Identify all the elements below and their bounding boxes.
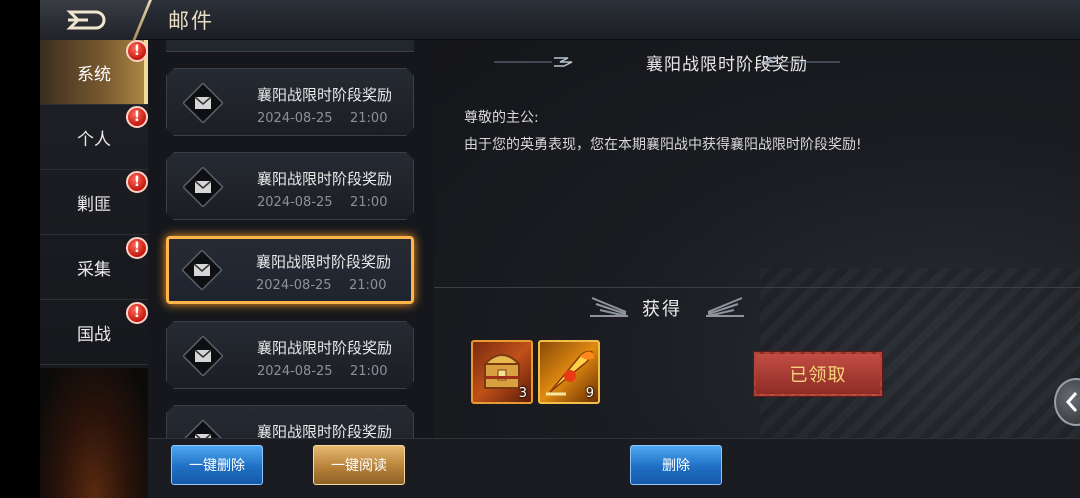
chevron-left-icon — [1065, 392, 1078, 412]
mail-item[interactable]: 襄阳战限时阶段奖励 2024-08-25 21:00 — [166, 152, 414, 220]
reward-count: 3 — [518, 386, 527, 401]
mail-item[interactable]: 襄阳战限时阶段奖励 2024-08-25 21:00 — [166, 321, 414, 389]
mail-list[interactable]: 襄阳战限时阶段奖励 2024-08-25 21:00 襄阳战限时阶段奖励 202… — [148, 40, 434, 438]
delete-button[interactable]: 删除 — [630, 445, 722, 485]
mail-title: 襄阳战限时阶段奖励 — [257, 423, 393, 438]
divider — [434, 287, 1080, 288]
mail-time: 21:00 — [349, 278, 387, 293]
mail-body: 由于您的英勇表现，您在本期襄阳战中获得襄阳战限时阶段奖励! — [464, 137, 862, 153]
wing-ornament-right-icon — [706, 297, 744, 317]
notification-badge: ! — [126, 302, 148, 324]
mail-greeting: 尊敬的主公: — [464, 110, 539, 126]
notification-badge: ! — [126, 171, 148, 193]
tab-label: 系统 — [77, 64, 111, 85]
delete-label: 删除 — [662, 458, 690, 474]
heading-ornament-left — [494, 57, 573, 67]
tab-label: 剿匪 — [77, 194, 111, 215]
delete-all-label: 一键删除 — [189, 458, 245, 474]
notification-badge: ! — [126, 237, 148, 259]
mail-date: 2024-08-25 — [257, 111, 333, 126]
mail-title: 襄阳战限时阶段奖励 — [256, 253, 392, 271]
mail-title: 襄阳战限时阶段奖励 — [257, 86, 393, 104]
mail-time: 21:00 — [350, 111, 388, 126]
claimed-button[interactable]: 已领取 — [753, 351, 883, 397]
mail-item-partial — [166, 40, 414, 52]
bottom-action-bar — [148, 438, 1080, 498]
mail-envelope-icon — [183, 336, 223, 376]
claimed-label: 已领取 — [789, 365, 847, 386]
mail-date: 2024-08-25 — [257, 195, 333, 210]
mail-item[interactable]: 襄阳战限时阶段奖励 2024-08-25 21:00 — [166, 68, 414, 136]
heading-ornament-right — [761, 57, 840, 67]
screen-edge — [0, 0, 40, 498]
mail-envelope-icon — [183, 167, 223, 207]
delete-all-button[interactable]: 一键删除 — [171, 445, 263, 485]
read-all-button[interactable]: 一键阅读 — [313, 445, 405, 485]
mail-item[interactable]: 襄阳战限时阶段奖励 — [166, 405, 414, 438]
notification-badge: ! — [126, 106, 148, 128]
back-arrow-icon[interactable] — [66, 8, 110, 32]
mail-detail-panel: 襄阳战限时阶段奖励 尊敬的主公: 由于您的英勇表现，您在本期襄阳战中获得襄阳战限… — [434, 40, 1080, 438]
reward-count: 9 — [585, 386, 594, 401]
reward-item[interactable]: 9 — [538, 340, 600, 404]
tabs-decoration — [40, 368, 148, 498]
tab-label: 采集 — [77, 259, 111, 280]
mail-time: 21:00 — [350, 195, 388, 210]
page-title: 邮件 — [168, 9, 214, 33]
reward-item[interactable]: 3 — [471, 340, 533, 404]
notification-badge: ! — [126, 40, 148, 62]
read-all-label: 一键阅读 — [331, 458, 387, 474]
mail-date: 2024-08-25 — [256, 278, 332, 293]
mail-screen: 邮件 系统 个人 剿匪 采集 国战 ! ! ! ! ! 襄阳战限时阶段奖励 20… — [0, 0, 1080, 498]
obtain-label: 获得 — [642, 299, 682, 320]
mail-item-selected[interactable]: 襄阳战限时阶段奖励 2024-08-25 21:00 — [166, 236, 414, 304]
mail-envelope-icon — [182, 250, 222, 290]
mail-time: 21:00 — [350, 364, 388, 379]
mail-envelope-icon — [183, 420, 223, 438]
mail-title: 襄阳战限时阶段奖励 — [257, 339, 393, 357]
mail-date: 2024-08-25 — [257, 364, 333, 379]
mail-title: 襄阳战限时阶段奖励 — [257, 170, 393, 188]
tab-label: 国战 — [77, 324, 111, 345]
tab-label: 个人 — [77, 129, 111, 150]
mail-envelope-icon — [183, 83, 223, 123]
